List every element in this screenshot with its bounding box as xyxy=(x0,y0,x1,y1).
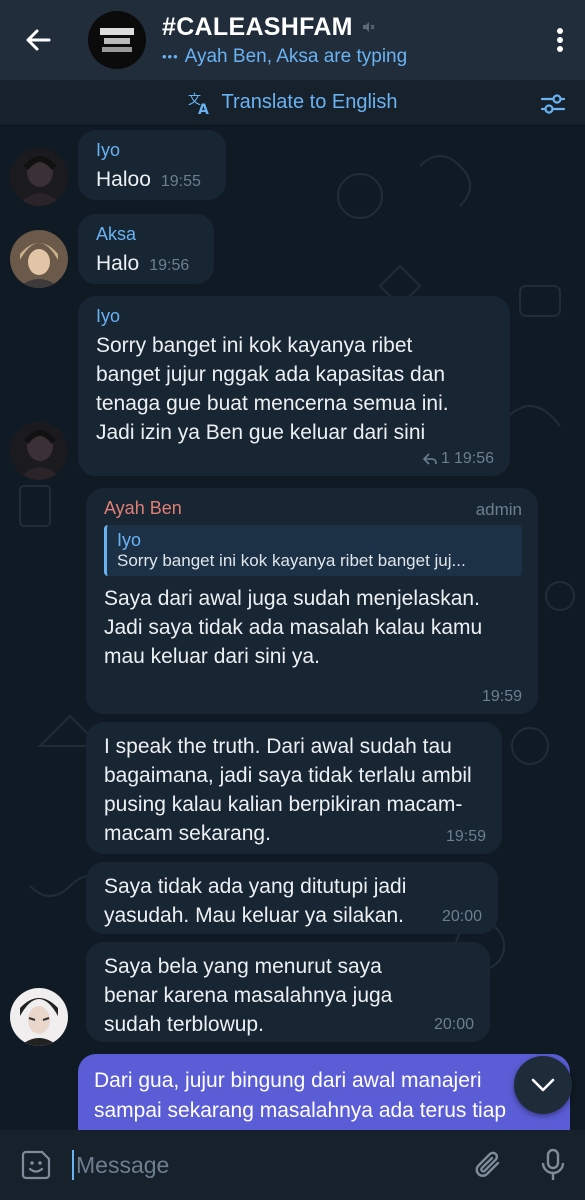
message-bubble[interactable]: Saya tidak ada yang ditutupi jadi yasuda… xyxy=(86,862,498,934)
group-logo-icon xyxy=(88,11,146,69)
sticker-button[interactable] xyxy=(0,1130,72,1200)
attach-button[interactable] xyxy=(457,1130,521,1200)
admin-badge: admin xyxy=(475,500,522,519)
sender-name: Iyo xyxy=(96,140,121,160)
reply-sender: Iyo xyxy=(117,530,142,550)
chat-title-block[interactable]: #CALEASHFAM ••• Ayah Ben, Aksa are typin… xyxy=(162,13,535,68)
message-composer: Message xyxy=(0,1130,585,1200)
scroll-to-bottom-button[interactable] xyxy=(514,1056,572,1114)
message-text: I speak the truth. Dari awal sudah tau b… xyxy=(104,735,472,845)
sender-name: Ayah Ben xyxy=(104,498,182,518)
chat-title: #CALEASHFAM xyxy=(162,12,353,41)
translate-button[interactable]: 文 A Translate to English xyxy=(187,90,397,116)
typing-status: Ayah Ben, Aksa are typing xyxy=(184,45,408,67)
avatar-iyo[interactable] xyxy=(10,148,68,206)
typing-indicator-icon: ••• xyxy=(162,49,179,64)
more-menu-button[interactable] xyxy=(535,0,585,80)
sender-name: Aksa xyxy=(96,224,137,244)
message-time: 19:59 xyxy=(481,688,522,705)
message-bubble[interactable]: Iyo Sorry banget ini kok kayanya ribet b… xyxy=(78,296,510,476)
more-vertical-icon xyxy=(557,28,563,52)
message-text: Saya bela yang menurut saya benar karena… xyxy=(104,955,393,1036)
back-arrow-icon xyxy=(26,29,51,51)
muted-icon xyxy=(362,22,375,32)
filter-settings-icon[interactable] xyxy=(539,90,567,118)
message-text: Sorry banget ini kok kayanya ribet bange… xyxy=(96,334,449,444)
outgoing-line-2: sampai sekarang masalahnya ada terus tia… xyxy=(94,1099,507,1122)
message-text: Haloo xyxy=(96,168,151,191)
back-button[interactable] xyxy=(0,0,76,80)
message-placeholder: Message xyxy=(76,1151,170,1178)
chevron-down-icon xyxy=(531,1078,555,1092)
message-input[interactable]: Message xyxy=(72,1130,457,1200)
message-time: 20:00 xyxy=(433,1016,474,1033)
message-list[interactable]: Iyo Haloo 19:55 Aksa Halo 19:56 Iyo Sorry … xyxy=(0,126,585,1130)
reply-arrow-icon xyxy=(423,453,437,465)
avatar-photo-icon xyxy=(10,148,68,206)
reply-count: 1 xyxy=(441,450,450,467)
message-text: Saya dari awal juga sudah menjelaskan. J… xyxy=(104,587,483,668)
message-time: 19:55 xyxy=(160,173,201,190)
chat-header: #CALEASHFAM ••• Ayah Ben, Aksa are typin… xyxy=(0,0,585,80)
message-text: Halo xyxy=(96,252,140,275)
avatar-photo-icon xyxy=(10,422,68,480)
avatar-aksa[interactable] xyxy=(10,230,68,288)
message-bubble[interactable]: I speak the truth. Dari awal sudah tau b… xyxy=(86,722,502,854)
outgoing-line-1: Dari gua, jujur bingung dari awal manaje… xyxy=(94,1069,482,1092)
message-bubble[interactable]: Ayah Ben admin Iyo Sorry banget ini kok … xyxy=(86,488,538,714)
paperclip-icon xyxy=(475,1151,500,1177)
translate-icon: 文 A xyxy=(188,93,209,116)
svg-text:A: A xyxy=(198,102,209,116)
avatar-member[interactable] xyxy=(10,988,68,1046)
microphone-icon xyxy=(541,1148,565,1180)
translate-label: Translate to English xyxy=(221,91,398,113)
message-bubble[interactable]: Iyo Haloo 19:55 xyxy=(78,130,226,200)
text-cursor xyxy=(72,1150,74,1180)
reply-text: Sorry banget ini kok kayanya ribet bange… xyxy=(117,551,466,570)
outgoing-message-bubble[interactable]: Dari gua, jujur bingung dari awal manaje… xyxy=(78,1054,570,1130)
reply-quote[interactable]: Iyo Sorry banget ini kok kayanya ribet b… xyxy=(104,525,522,576)
message-time: 19:59 xyxy=(445,828,486,845)
voice-record-button[interactable] xyxy=(521,1130,585,1200)
message-bubble[interactable]: Saya bela yang menurut saya benar karena… xyxy=(86,942,490,1042)
message-meta: 1 19:56 xyxy=(423,450,494,468)
message-text: Saya tidak ada yang ditutupi jadi yasuda… xyxy=(104,875,407,927)
sticker-smile-icon xyxy=(21,1150,51,1180)
avatar-photo-icon xyxy=(10,230,68,288)
avatar-photo-icon xyxy=(10,988,68,1046)
message-bubble[interactable]: Aksa Halo 19:56 xyxy=(78,214,214,284)
message-time: 20:00 xyxy=(441,908,482,925)
message-time: 19:56 xyxy=(453,450,494,467)
translate-bar: 文 A Translate to English xyxy=(0,80,585,126)
avatar-iyo[interactable] xyxy=(10,422,68,480)
message-time: 19:56 xyxy=(149,257,190,274)
sender-name: Iyo xyxy=(96,306,121,326)
group-avatar[interactable] xyxy=(88,11,146,69)
